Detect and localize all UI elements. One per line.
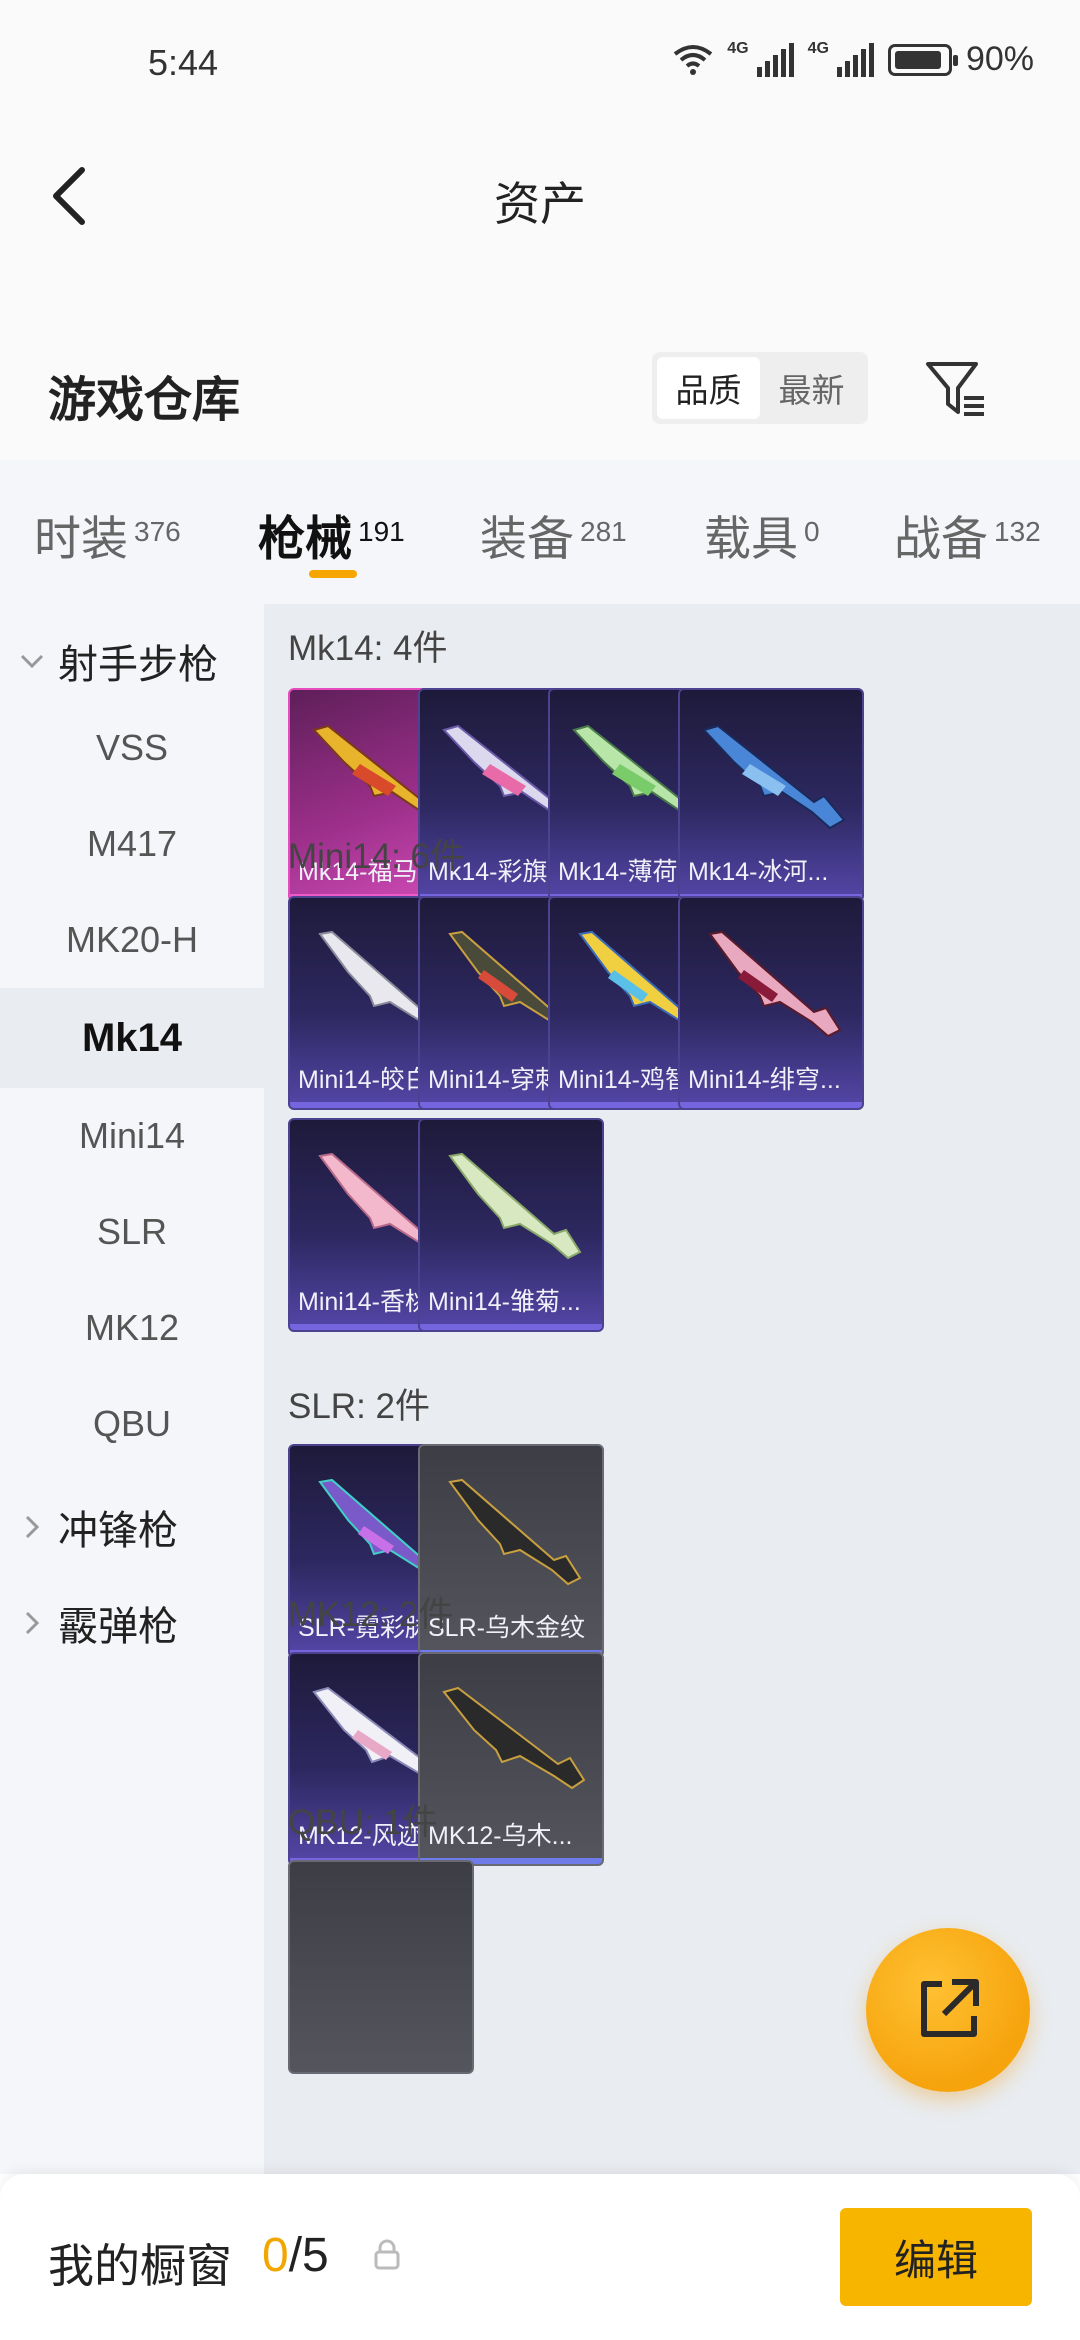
share-button[interactable] xyxy=(866,1928,1030,2092)
active-tab-indicator xyxy=(309,570,357,578)
tab-count: 191 xyxy=(358,516,405,547)
group-label-mini14: Mini14: 6件 xyxy=(288,837,466,876)
tab-label: 载具 xyxy=(704,512,798,565)
status-bar: 5:44 4G 4G 90% xyxy=(0,0,1080,130)
network-label-1: 4G xyxy=(727,40,749,57)
sidebar-group-smg[interactable]: 冲锋枪 xyxy=(18,1498,178,1556)
battery-icon xyxy=(887,43,958,76)
tab-fashion[interactable]: 时装 376 xyxy=(34,500,181,569)
signal-icon xyxy=(756,42,794,77)
battery-percent: 90% xyxy=(965,40,1034,78)
showcase-bar: 我的橱窗 0/5 编辑 xyxy=(0,2174,1080,2340)
item-card[interactable] xyxy=(288,1860,474,2074)
item-name: Mini14-雏菊... xyxy=(428,1288,581,1316)
rifle-icon xyxy=(708,930,842,1038)
tab-label: 枪械 xyxy=(258,512,352,565)
group-label-qbu: QBU: 1件 xyxy=(288,1803,438,1842)
sidebar-item-m417[interactable]: M417 xyxy=(0,792,264,896)
chevron-right-icon xyxy=(25,1515,40,1539)
sidebar-item-mk14[interactable]: Mk14 xyxy=(0,988,264,1088)
tab-count: 0 xyxy=(804,516,820,547)
item-name: Mk14-冰河... xyxy=(688,858,829,886)
showcase-label: 我的橱窗 xyxy=(48,2240,232,2292)
app-header: 资产 xyxy=(0,130,1080,260)
sidebar-item-vss[interactable]: VSS xyxy=(0,696,264,800)
tab-label: 时装 xyxy=(34,512,128,565)
sidebar-item-mk20h[interactable]: MK20-H xyxy=(0,888,264,992)
warehouse-header: 游戏仓库 品质 最新 xyxy=(0,260,1080,460)
tab-firearms[interactable]: 枪械 191 xyxy=(258,500,405,569)
rarity-strip xyxy=(420,1324,602,1330)
sidebar-group-dmr[interactable]: 射手步枪 xyxy=(18,632,218,690)
tab-count: 281 xyxy=(580,516,627,547)
group-label-slr: SLR: 2件 xyxy=(288,1387,430,1426)
rifle-icon xyxy=(442,1686,586,1790)
category-tabs: 时装 376 枪械 191 装备 281 载具 0 战备 132 xyxy=(0,460,1080,604)
chevron-right-icon xyxy=(25,1611,40,1635)
rifle-icon xyxy=(702,724,846,830)
item-card[interactable]: MK12-乌木... xyxy=(418,1652,604,1866)
chevron-down-icon xyxy=(20,654,44,669)
tab-count: 132 xyxy=(994,516,1041,547)
item-card[interactable]: Mini14-绯穹... xyxy=(678,896,864,1110)
sort-option-newest[interactable]: 最新 xyxy=(760,357,863,419)
tab-label: 装备 xyxy=(480,512,574,565)
edit-button[interactable]: 编辑 xyxy=(840,2208,1032,2306)
group-label-mk12: MK12: 2件 xyxy=(288,1595,454,1634)
item-name: Mini14-绯穹... xyxy=(688,1066,841,1094)
item-card[interactable]: Mk14-冰河... xyxy=(678,688,864,902)
share-icon xyxy=(921,1979,979,2037)
filter-icon xyxy=(926,362,984,416)
sidebar-group-label: 冲锋枪 xyxy=(58,1509,178,1553)
sidebar-item-qbu[interactable]: QBU xyxy=(0,1372,264,1476)
showcase-count: 0/5 xyxy=(262,2228,329,2283)
warehouse-title: 游戏仓库 xyxy=(48,374,241,427)
page-title: 资产 xyxy=(494,178,586,230)
lock-icon xyxy=(374,2239,400,2270)
tab-count: 376 xyxy=(134,516,181,547)
tab-supplies[interactable]: 战备 132 xyxy=(894,500,1041,569)
wifi-icon xyxy=(674,44,713,75)
tab-equipment[interactable]: 装备 281 xyxy=(480,500,627,569)
item-name: MK12-乌木... xyxy=(428,1822,573,1850)
rifle-icon xyxy=(448,1478,582,1586)
showcase-current: 0 xyxy=(262,2229,289,2282)
group-label-mk14: Mk14: 4件 xyxy=(288,629,448,668)
sort-toggle: 品质 最新 xyxy=(652,352,868,424)
showcase-separator: / xyxy=(288,2229,303,2282)
rarity-strip xyxy=(680,1102,862,1108)
filter-button[interactable] xyxy=(924,358,988,422)
rifle-icon xyxy=(448,1152,582,1260)
item-card[interactable]: Mini14-雏菊... xyxy=(418,1118,604,1332)
sidebar-group-label: 射手步枪 xyxy=(58,643,218,687)
network-label-2: 4G xyxy=(807,40,829,57)
status-time: 5:44 xyxy=(148,42,219,83)
showcase-max: 5 xyxy=(302,2229,329,2282)
sidebar-item-mk12[interactable]: MK12 xyxy=(0,1276,264,1380)
tab-label: 战备 xyxy=(894,512,988,565)
sort-option-quality[interactable]: 品质 xyxy=(657,357,760,419)
sidebar-item-mini14[interactable]: Mini14 xyxy=(0,1084,264,1188)
weapon-subcategory-sidebar: 射手步枪 VSS M417 MK20-H Mk14 Mini14 SLR MK1… xyxy=(0,604,264,2174)
signal-icon xyxy=(836,42,874,77)
sidebar-item-slr[interactable]: SLR xyxy=(0,1180,264,1284)
status-indicators: 4G 4G 90% xyxy=(673,40,1034,79)
sidebar-group-label: 霰弹枪 xyxy=(58,1605,178,1649)
tab-vehicles[interactable]: 载具 0 xyxy=(704,500,820,569)
sidebar-group-shotgun[interactable]: 霰弹枪 xyxy=(18,1594,178,1652)
